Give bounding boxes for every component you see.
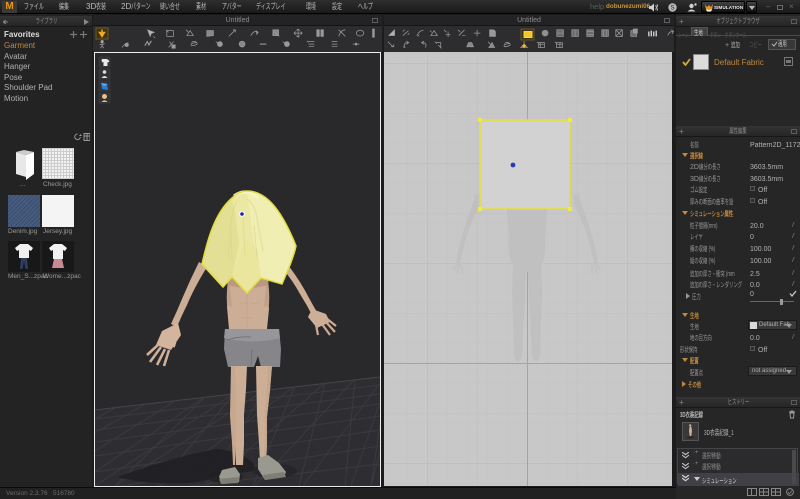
svg-text:S: S bbox=[670, 6, 674, 12]
